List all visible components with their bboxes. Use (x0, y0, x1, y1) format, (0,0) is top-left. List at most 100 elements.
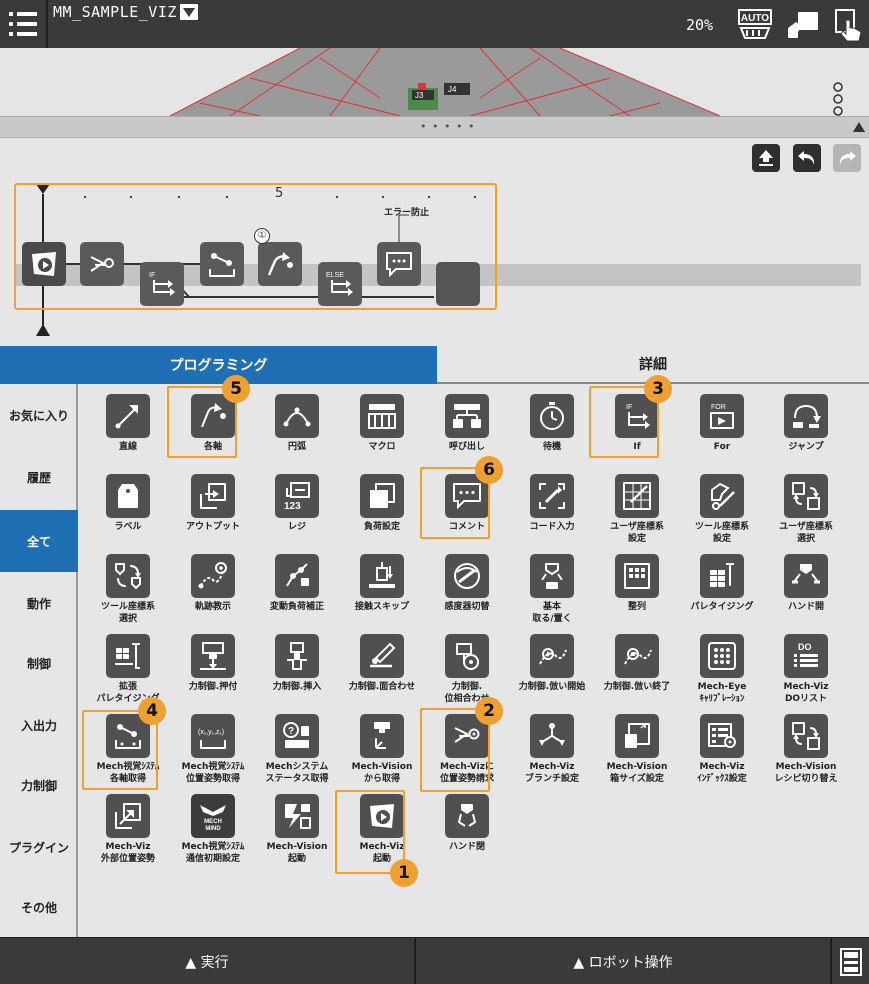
view-resize-bar[interactable]: • • • • • (0, 116, 869, 138)
palette-item[interactable]: Mech-Eye ｷｬﾘﾌﾞﾚｰｼｮﾝ (680, 626, 764, 704)
recipe-switch-icon (784, 714, 828, 758)
palette-item[interactable]: 基本 取る/置く (510, 546, 594, 624)
redo-button[interactable] (833, 144, 861, 172)
palette-item[interactable]: 感度器切替 (425, 546, 509, 624)
category-other[interactable]: その他 (0, 876, 78, 938)
align-icon (615, 554, 659, 598)
palette-item-label: マクロ (368, 442, 396, 452)
category-all[interactable]: 全て (0, 510, 78, 572)
palette-item[interactable]: Mech-Vision 起動 (255, 786, 339, 864)
category-control[interactable]: 制御 (0, 632, 78, 694)
flow-node-request-pose[interactable] (80, 242, 124, 286)
palette-item[interactable]: ジャンプ (764, 386, 848, 464)
palette-item[interactable]: 力制御. 位相合わせ (425, 626, 509, 704)
branch-set-icon (530, 714, 574, 758)
palette-item[interactable]: 呼び出し (425, 386, 509, 464)
palette-item[interactable]: 力制御.倣い終了 (595, 626, 679, 704)
palette-item[interactable]: 待機 (510, 386, 594, 464)
flow-node-comment[interactable] (377, 242, 421, 286)
palette-item[interactable]: FOR For (680, 386, 764, 464)
speed-override[interactable]: 20% (686, 16, 713, 34)
flow-node-joint-move[interactable] (258, 242, 302, 286)
triangle-up-icon[interactable] (852, 121, 866, 133)
category-force-control[interactable]: 力制御 (0, 754, 78, 816)
undo-button[interactable] (793, 144, 821, 172)
palette-item[interactable]: DO Mech-Viz DOリスト (764, 626, 848, 704)
palette-item[interactable]: ツール座標系 選択 (86, 546, 170, 624)
palette-item[interactable]: 拡張 パレタイジング (86, 626, 170, 704)
palette-item[interactable]: ユーザ座標系 選択 (764, 466, 848, 544)
flow-node-viz-start[interactable] (22, 242, 66, 286)
category-plugin[interactable]: プラグイン (0, 816, 78, 878)
category-favorites[interactable]: お気に入り (0, 384, 78, 446)
palette-item[interactable]: パレタイジング (680, 546, 764, 624)
palette-item[interactable]: 変動負荷補正 (255, 546, 339, 624)
hamburger-menu-button[interactable] (0, 0, 48, 48)
flow-node-end[interactable] (436, 262, 480, 306)
get-status-icon: ? (275, 714, 319, 758)
contact-skip-icon (360, 554, 404, 598)
joint-move-icon (267, 252, 293, 276)
palette-item[interactable]: Mech-Viz ｲﾝﾃﾞｯｸｽ設定 (680, 706, 764, 784)
hand-close-icon (445, 794, 489, 838)
vision-get-icon (360, 714, 404, 758)
export-button[interactable] (752, 144, 780, 172)
palette-item[interactable]: 力制御.倣い開始 (510, 626, 594, 704)
wait-icon (530, 394, 574, 438)
tab-programming[interactable]: プログラミング (0, 346, 437, 384)
palette-item[interactable]: マクロ (340, 386, 424, 464)
category-motion[interactable]: 動作 (0, 572, 78, 634)
program-name[interactable]: MM_SAMPLE_VIZ (53, 3, 177, 21)
palette-item[interactable]: 接触スキップ (340, 546, 424, 624)
palette-item[interactable]: ? Mechシステム ステータス取得 (255, 706, 339, 784)
palette-item[interactable]: 123 レジ (255, 466, 339, 544)
if-icon: IF (149, 272, 175, 296)
palette-item[interactable]: 直線 (86, 386, 170, 464)
palette-item[interactable]: Mech-Viz ブランチ設定 (510, 706, 594, 784)
palette-item[interactable]: 力制御.挿入 (255, 626, 339, 704)
flow-node-if[interactable]: IF (140, 262, 184, 306)
palette-item[interactable]: ユーザ座標系 設定 (595, 466, 679, 544)
robot-operation-button[interactable]: ▲ ロボット操作 (416, 938, 830, 984)
palette-item[interactable]: 円弧 (255, 386, 339, 464)
palette-item[interactable]: ハンド閉 (425, 786, 509, 864)
palette-item[interactable]: Mech-Viz 外部位置姿勢 (86, 786, 170, 864)
category-io[interactable]: 入出力 (0, 694, 78, 756)
undo-icon (798, 151, 815, 165)
robot-3d-view[interactable]: J4 J3 (0, 48, 869, 116)
panel-toggle-button[interactable] (832, 938, 869, 984)
drag-handle[interactable]: • • • • • (420, 120, 475, 133)
palette-item[interactable]: ハンド開 (764, 546, 848, 624)
palette-item-label: アウトプット (185, 522, 240, 532)
palette-item[interactable]: 整列 (595, 546, 679, 624)
palette-item-label: 円弧 (287, 442, 306, 452)
flow-node-else[interactable]: ELSE (318, 262, 362, 306)
category-history[interactable]: 履歴 (0, 446, 78, 508)
palette-item[interactable]: アウトプット (171, 466, 255, 544)
palette-item-label: ツール座標系 設定 (694, 522, 749, 544)
auto-mode-button[interactable]: AUTO (737, 8, 773, 44)
palette-item[interactable]: Mech-Vision レシピ切り替え (764, 706, 848, 784)
palette-item[interactable]: 負荷設定 (340, 466, 424, 544)
palette-item[interactable]: Mech-Vision から取得 (340, 706, 424, 784)
palette-item[interactable]: ツール座標系 設定 (680, 466, 764, 544)
palette-item[interactable]: 軌跡教示 (171, 546, 255, 624)
palette-item[interactable]: (x₁,y₁,z₁) Mech視覚ｼｽﾃﾑ 位置姿勢取得 (171, 706, 255, 784)
callout-badge-4: 4 (138, 697, 166, 725)
flow-node-get-joints[interactable] (200, 242, 244, 286)
palette-item-label: Mech-Vision から取得 (351, 762, 413, 784)
palette-item[interactable]: コード入力 (510, 466, 594, 544)
upload-icon (759, 150, 773, 166)
palette-item[interactable]: Mech-Vision 箱サイズ設定 (595, 706, 679, 784)
call-icon (445, 394, 489, 438)
palette-item-label: Mech-Viz ｲﾝﾃﾞｯｸｽ設定 (697, 762, 747, 784)
palette-item[interactable]: 力制御.面合わせ (340, 626, 424, 704)
palette-item[interactable]: 力制御.押付 (171, 626, 255, 704)
touch-select-button[interactable] (834, 8, 864, 46)
palette-item[interactable]: MECH MIND Mech視覚ｼｽﾃﾑ 通信初期設定 (171, 786, 255, 864)
execute-button[interactable]: ▲ 実行 (0, 938, 414, 984)
chevron-down-icon[interactable] (180, 4, 198, 20)
palette-item[interactable]: ラベル (86, 466, 170, 544)
tool-frame-set-icon (700, 474, 744, 518)
teach-pendant-button[interactable] (786, 8, 820, 44)
